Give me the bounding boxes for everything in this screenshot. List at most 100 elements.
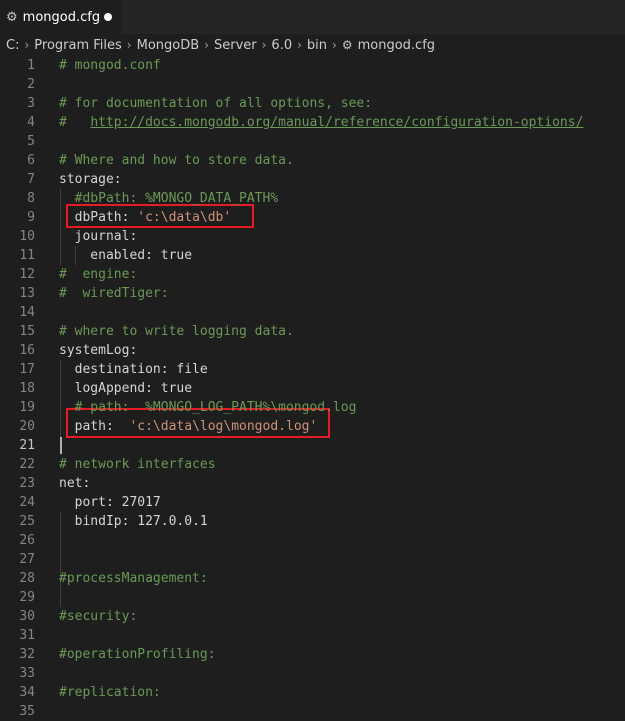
code-line[interactable]: 27 <box>0 550 625 569</box>
code-token: 'c:\data\log\mongod.log' <box>129 419 318 434</box>
code-token: # path: %MONGO_LOG_PATH%\mongod.log <box>59 400 357 415</box>
unsaved-dot-icon[interactable] <box>104 13 112 21</box>
breadcrumb-item[interactable]: C: <box>6 38 19 53</box>
breadcrumb: C: › Program Files › MongoDB › Server › … <box>0 34 625 56</box>
line-number: 16 <box>19 343 35 358</box>
code-line[interactable]: 18 logAppend: true <box>0 379 625 398</box>
code-token: port: <box>59 495 122 510</box>
code-token: # mongod.conf <box>59 58 161 73</box>
line-number: 33 <box>19 666 35 681</box>
code-editor[interactable]: 1 # mongod.conf 2 3 # for documentation of a… <box>0 56 625 721</box>
chevron-right-icon: › <box>24 38 30 52</box>
code-token: #processManagement: <box>59 571 208 586</box>
line-number: 23 <box>19 476 35 491</box>
breadcrumb-item[interactable]: bin <box>307 38 327 53</box>
code-line[interactable]: 15 # where to write logging data. <box>0 322 625 341</box>
code-line[interactable]: 28 #processManagement: <box>0 569 625 588</box>
code-line[interactable]: 20 path: 'c:\data\log\mongod.log' <box>0 417 625 436</box>
docs-link[interactable]: http://docs.mongodb.org/manual/reference… <box>90 115 583 130</box>
code-line[interactable]: 14 <box>0 303 625 322</box>
breadcrumb-item[interactable]: MongoDB <box>137 38 200 53</box>
chevron-right-icon: › <box>261 38 267 52</box>
code-token: file <box>176 362 208 377</box>
chevron-right-icon: › <box>204 38 209 52</box>
code-line[interactable]: 1 # mongod.conf <box>0 56 625 75</box>
line-number: 25 <box>19 514 35 529</box>
code-line[interactable]: 12 # engine: <box>0 265 625 284</box>
code-line[interactable]: 13 # wiredTiger: <box>0 284 625 303</box>
line-number: 17 <box>19 362 35 377</box>
breadcrumb-item[interactable]: 6.0 <box>271 38 292 53</box>
code-line[interactable]: 29 <box>0 588 625 607</box>
line-content: #operationProfiling: <box>59 645 216 664</box>
line-content: net: <box>59 474 90 493</box>
line-content: logAppend: true <box>59 379 192 398</box>
line-number: 13 <box>19 286 35 301</box>
code-line[interactable]: 8 #dbPath: %MONGO_DATA_PATH% <box>0 189 625 208</box>
code-line[interactable]: 31 <box>0 626 625 645</box>
code-line[interactable]: 7 storage: <box>0 170 625 189</box>
code-line[interactable]: 35 <box>0 702 625 721</box>
code-token: #operationProfiling: <box>59 647 216 662</box>
line-number: 19 <box>19 400 35 415</box>
code-token: true <box>160 381 193 396</box>
code-line[interactable]: 25 bindIp: 127.0.0.1 <box>0 512 625 531</box>
code-token: net: <box>59 476 91 491</box>
chevron-right-icon: › <box>126 38 132 52</box>
code-line[interactable]: 9 dbPath: 'c:\data\db' <box>0 208 625 227</box>
text-cursor <box>60 437 62 454</box>
line-number: 24 <box>19 495 35 510</box>
code-line[interactable]: 5 <box>0 132 625 151</box>
code-line[interactable]: 3 # for documentation of all options, see… <box>0 94 625 113</box>
code-line[interactable]: 26 <box>0 531 625 550</box>
breadcrumb-item[interactable]: Server <box>214 38 257 53</box>
code-token: #dbPath: %MONGO_DATA_PATH% <box>59 191 279 206</box>
code-line[interactable]: 4 # http://docs.mongodb.org/manual/refere… <box>0 113 625 132</box>
code-line[interactable]: 22 # network interfaces <box>0 455 625 474</box>
line-content: journal: <box>59 227 138 246</box>
tab-bar: ⚙ mongod.cfg <box>0 0 625 34</box>
breadcrumb-item[interactable]: Program Files <box>34 38 122 53</box>
line-content: destination: file <box>59 360 208 379</box>
code-line[interactable]: 2 <box>0 75 625 94</box>
line-number: 26 <box>19 533 35 548</box>
line-number: 8 <box>27 191 35 206</box>
code-line[interactable]: 19 # path: %MONGO_LOG_PATH%\mongod.log <box>0 398 625 417</box>
code-token: bindIp: <box>59 514 138 529</box>
code-line[interactable]: 21 <box>0 436 625 455</box>
code-line[interactable]: 10 journal: <box>0 227 625 246</box>
code-line[interactable]: 16 systemLog: <box>0 341 625 360</box>
code-token: 'c:\data\db' <box>137 210 232 225</box>
code-line[interactable]: 33 <box>0 664 625 683</box>
line-content: # engine: <box>59 265 137 284</box>
line-number: 9 <box>27 210 35 225</box>
code-token: #security: <box>59 609 138 624</box>
line-content: #dbPath: %MONGO_DATA_PATH% <box>59 189 279 208</box>
code-token: # wiredTiger: <box>59 286 169 301</box>
line-content: # where to write logging data. <box>59 322 294 341</box>
code-line[interactable]: 30 #security: <box>0 607 625 626</box>
chevron-right-icon: › <box>297 38 302 52</box>
line-number: 12 <box>19 267 35 282</box>
line-number: 35 <box>19 704 35 719</box>
code-line[interactable]: 32 #operationProfiling: <box>0 645 625 664</box>
code-token: enabled: <box>59 248 161 263</box>
code-line[interactable]: 6 # Where and how to store data. <box>0 151 625 170</box>
code-line[interactable]: 23 net: <box>0 474 625 493</box>
line-content: bindIp: 127.0.0.1 <box>59 512 208 531</box>
code-token: 27017 <box>121 495 161 510</box>
line-content: #security: <box>59 607 137 626</box>
code-line[interactable]: 11 enabled: true <box>0 246 625 265</box>
line-content: port: 27017 <box>59 493 161 512</box>
line-number: 5 <box>27 134 35 149</box>
code-line[interactable]: 24 port: 27017 <box>0 493 625 512</box>
line-number: 27 <box>19 552 35 567</box>
tab-mongod-cfg[interactable]: ⚙ mongod.cfg <box>0 0 122 34</box>
code-token: # engine: <box>59 267 138 282</box>
line-number: 32 <box>19 647 35 662</box>
line-number: 2 <box>27 77 35 92</box>
line-content: systemLog: <box>59 341 137 360</box>
code-line[interactable]: 34 #replication: <box>0 683 625 702</box>
code-line[interactable]: 17 destination: file <box>0 360 625 379</box>
breadcrumb-item[interactable]: mongod.cfg <box>358 38 435 53</box>
